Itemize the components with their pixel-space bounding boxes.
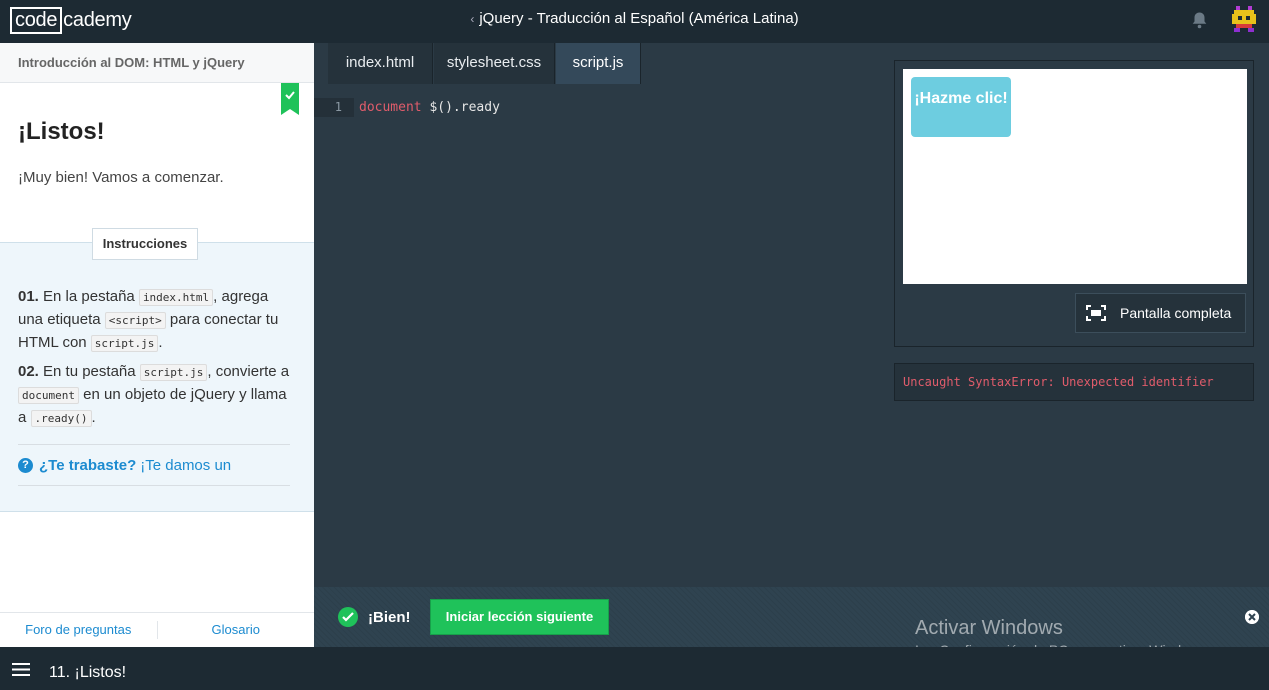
- inline-code: script.js: [90, 335, 159, 352]
- inline-code: index.html: [138, 289, 214, 306]
- bookmark-check-icon: [281, 83, 299, 115]
- success-message: ¡Bien!: [338, 601, 411, 633]
- course-title-text: jQuery - Traducción al Español (América …: [479, 10, 799, 27]
- lesson-description: ¡Muy bien! Vamos a comenzar.: [18, 169, 224, 186]
- question-icon: ?: [18, 458, 33, 473]
- inline-code: document: [18, 387, 79, 404]
- step-number: 01.: [18, 288, 39, 305]
- divider: [18, 444, 290, 445]
- step-number: 02.: [18, 363, 39, 380]
- close-icon[interactable]: [1245, 610, 1259, 624]
- step-text: , convierte a: [207, 363, 290, 380]
- instruction-step-2: 02. En tu pestaña script.js, convierte a…: [18, 361, 290, 430]
- lesson-section-title: Introducción al DOM: HTML y jQuery: [0, 43, 314, 83]
- inline-code: script.js: [139, 364, 208, 381]
- hint-bold: ¿Te trabaste?: [39, 457, 137, 474]
- code-keyword: document: [359, 100, 422, 115]
- lesson-footer: Foro de preguntas Glosario: [0, 612, 314, 647]
- lesson-title: ¡Listos!: [18, 118, 105, 145]
- instructions-section: Instrucciones 01. En la pestaña index.ht…: [0, 228, 314, 512]
- fullscreen-label: Pantalla completa: [1120, 305, 1232, 321]
- lesson-progress-label[interactable]: 11. ¡Listos!: [49, 647, 126, 690]
- forum-link[interactable]: Foro de preguntas: [0, 613, 157, 647]
- status-bar: ¡Bien! Iniciar lección siguiente Activar…: [314, 587, 1269, 658]
- menu-icon[interactable]: [12, 663, 30, 676]
- step-text: En la pestaña: [38, 288, 139, 305]
- next-lesson-button[interactable]: Iniciar lección siguiente: [430, 599, 609, 635]
- preview-area: ¡Hazme clic! Pantalla completa Uncaught …: [894, 43, 1269, 587]
- preview-viewport[interactable]: ¡Hazme clic!: [903, 69, 1247, 284]
- success-text: ¡Bien!: [368, 608, 411, 626]
- step-text: .: [158, 334, 163, 351]
- chevron-left-icon: ‹: [470, 12, 475, 26]
- fullscreen-button[interactable]: Pantalla completa: [1075, 293, 1246, 333]
- code-line[interactable]: document $().ready: [359, 98, 500, 117]
- tab-stylesheet-css[interactable]: stylesheet.css: [434, 43, 555, 84]
- glossary-link[interactable]: Glosario: [158, 613, 315, 647]
- check-icon: [338, 607, 358, 627]
- lesson-panel: Introducción al DOM: HTML y jQuery ¡List…: [0, 43, 314, 647]
- instruction-step-1: 01. En la pestaña index.html, agrega una…: [18, 286, 290, 355]
- avatar-icon[interactable]: [1232, 6, 1256, 32]
- preview-frame: ¡Hazme clic! Pantalla completa: [894, 60, 1254, 347]
- inline-code: <script>: [104, 312, 166, 329]
- top-bar: code cademy ‹ jQuery - Traducción al Españ…: [0, 0, 1269, 43]
- hint-link[interactable]: ? ¿Te trabaste? ¡Te damos un: [18, 457, 231, 474]
- tab-index-html[interactable]: index.html: [328, 43, 433, 84]
- code-rest: $().ready: [421, 100, 500, 115]
- preview-click-button[interactable]: ¡Hazme clic!: [911, 77, 1011, 137]
- fullscreen-icon: [1086, 305, 1106, 321]
- editor-tab-bar: index.html stylesheet.css script.js: [314, 43, 894, 84]
- bottom-bar: 11. ¡Listos!: [0, 647, 1269, 690]
- code-editor[interactable]: 1 document $().ready: [314, 84, 894, 587]
- error-console: Uncaught SyntaxError: Unexpected identif…: [894, 363, 1254, 401]
- step-text: .: [91, 409, 96, 426]
- line-number: 1: [314, 98, 354, 117]
- divider: [18, 485, 290, 486]
- step-text: En tu pestaña: [38, 363, 140, 380]
- windows-watermark-title: Activar Windows: [915, 617, 1063, 639]
- instructions-tab: Instrucciones: [92, 228, 198, 260]
- inline-code: .ready(): [30, 410, 92, 427]
- course-title[interactable]: ‹ jQuery - Traducción al Español (América…: [0, 0, 1269, 43]
- hint-text: ¡Te damos un: [140, 457, 232, 474]
- tab-script-js[interactable]: script.js: [556, 43, 641, 84]
- bell-icon[interactable]: [1191, 11, 1208, 29]
